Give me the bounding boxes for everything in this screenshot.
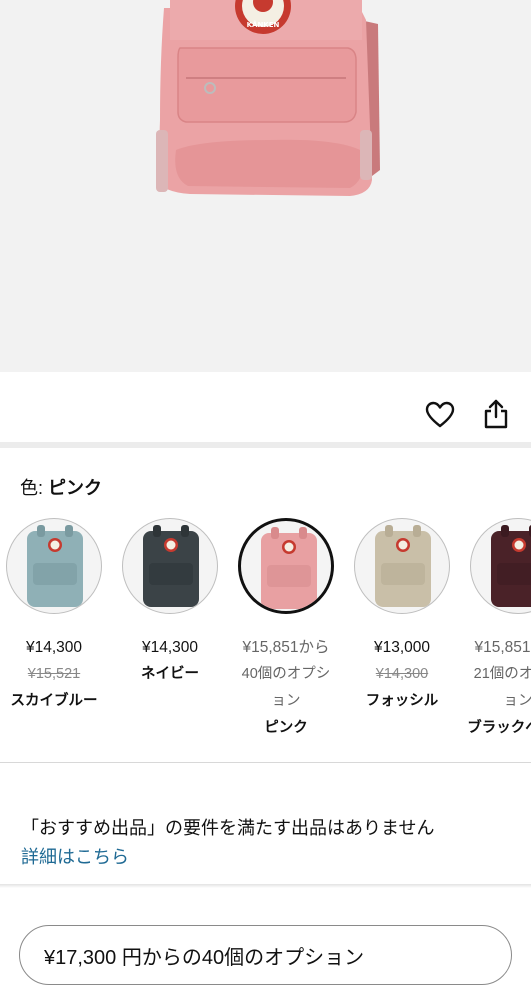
brand-logo-text: KÅNKEN (247, 20, 280, 29)
backpack-thumbnail-icon (491, 525, 531, 607)
swatch-color-name: フォッシル (365, 693, 439, 709)
swatch-pink[interactable]: ¥15,851から 40個のオプシ ョン ピンク (228, 518, 344, 742)
section-shadow (0, 884, 531, 888)
swatch-price: ¥15,851から (474, 639, 531, 656)
share-icon (484, 399, 508, 429)
selected-color-name: ピンク (48, 478, 103, 498)
swatch-navy[interactable]: ¥14,300 ネイビー (112, 518, 228, 688)
swatch-price: ¥14,300 (141, 639, 199, 656)
action-bar (0, 372, 531, 442)
product-image[interactable]: KÅNKEN (0, 0, 531, 372)
swatch-color-name: ネイビー (141, 666, 199, 682)
swatch-options-count: 40個のオプシ (241, 666, 331, 682)
swatch-fossil[interactable]: ¥13,000 ¥14,300 フォッシル (344, 518, 460, 715)
swatch-thumbnail[interactable] (122, 518, 218, 614)
swatch-sky-blue[interactable]: ¥14,300 ¥15,521 スカイブルー (0, 518, 112, 715)
swatch-blackberry[interactable]: ¥15,851から 21個のオプシ ョン ブラックベリー (460, 518, 531, 742)
featured-offer-notice: 「おすすめ出品」の要件を満たす出品はありません (21, 818, 435, 838)
swatch-thumbnail[interactable] (470, 518, 531, 614)
color-label-prefix: 色: (20, 478, 49, 498)
swatch-price: ¥15,851から (242, 639, 330, 656)
backpack-thumbnail-icon (27, 525, 83, 607)
swatch-price: ¥13,000 (373, 639, 431, 656)
backpack-thumbnail-icon (143, 525, 199, 607)
color-swatch-list: ¥14,300 ¥15,521 スカイブルー ¥14,300 ネイビー ¥15,… (0, 518, 531, 748)
heart-icon (425, 401, 455, 428)
swatch-thumbnail[interactable] (238, 518, 334, 614)
section-divider (0, 762, 531, 763)
swatch-color-name: スカイブルー (10, 693, 98, 709)
backpack-illustration: KÅNKEN (156, 0, 380, 196)
swatch-options-count-cont: ョン (271, 693, 301, 709)
section-divider (0, 442, 531, 448)
swatch-color-name: ピンク (264, 720, 308, 736)
backpack-thumbnail-icon (375, 525, 431, 607)
swatch-thumbnail[interactable] (354, 518, 450, 614)
swatch-options-count-cont: ョン (503, 693, 531, 709)
swatch-price: ¥14,300 (25, 639, 83, 656)
swatch-color-name: ブラックベリー (467, 720, 531, 736)
color-label: 色: ピンク (20, 474, 102, 500)
favorite-button[interactable] (422, 397, 458, 433)
swatch-options-count: 21個のオプシ (473, 666, 531, 682)
swatch-thumbnail[interactable] (6, 518, 102, 614)
swatch-old-price: ¥14,300 (375, 666, 429, 682)
share-button[interactable] (478, 396, 514, 432)
backpack-thumbnail-icon (261, 527, 317, 609)
swatch-old-price: ¥15,521 (27, 666, 81, 682)
details-link[interactable]: 詳細はこちら (21, 843, 129, 869)
see-all-options-button[interactable]: ¥17,300 円からの40個のオプション (19, 925, 512, 985)
